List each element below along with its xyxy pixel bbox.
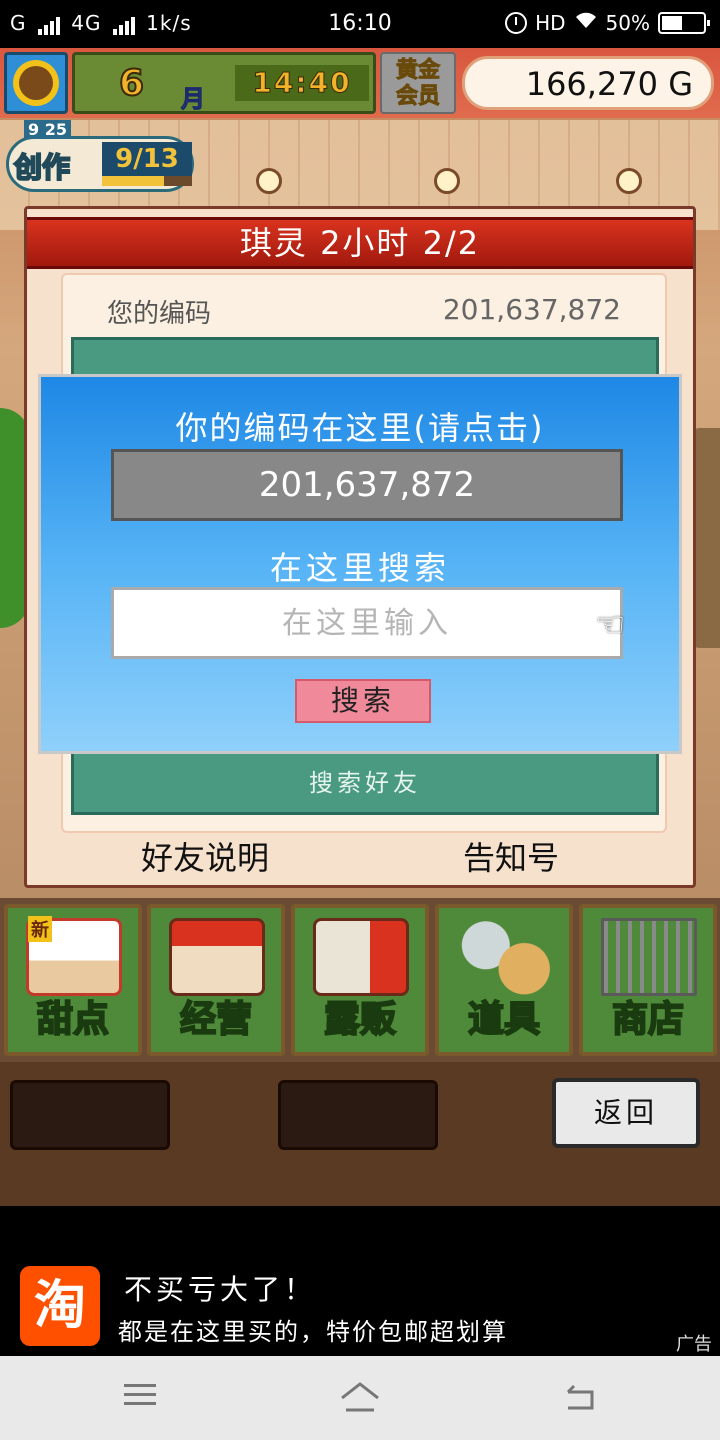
new-badge: 新 (28, 916, 52, 942)
create-label: 创作 (13, 150, 71, 185)
ad-banner[interactable]: 淘 不买亏大了！ 都是在这里买的，特价包邮超划算 广告 (0, 1206, 720, 1356)
create-count: 9/13 (102, 142, 192, 176)
game-time: 14:40 (235, 65, 369, 101)
food-truck-icon (313, 918, 409, 996)
notice-link[interactable]: 告知号 (463, 833, 559, 879)
search-dialog: 你的编码在这里(请点击) 201,637,872 在这里搜索 ☜ 搜索 (38, 374, 682, 754)
wifi-icon (574, 10, 598, 35)
your-code-label: 您的编码 (107, 299, 212, 329)
taobao-logo: 淘 (20, 1266, 100, 1346)
status-bar: G 4G 1k/s 16:10 HD 50% (0, 0, 720, 48)
home-icon[interactable] (338, 1378, 379, 1418)
alarm-icon (505, 11, 528, 34)
panel-title: 琪灵 2小时 2/2 (27, 217, 693, 269)
friend-help-link[interactable]: 好友说明 (141, 833, 269, 879)
create-progress-fill (102, 176, 165, 186)
menu-manage-button[interactable]: 经营 (147, 904, 285, 1056)
empty-slot (10, 1080, 170, 1150)
ad-title: 不买亏大了！ (124, 1273, 317, 1306)
my-code-field[interactable]: 201,637,872 (111, 449, 623, 521)
menu-label: 商店 (611, 998, 685, 1041)
item-bag-icon (457, 918, 553, 996)
menu-icon[interactable] (120, 1378, 160, 1418)
menu-label: 道具 (467, 998, 541, 1041)
create-small-label: 9 25 (24, 120, 71, 139)
battery-fill (662, 15, 682, 30)
ad-tag: 广告 (676, 1334, 712, 1355)
system-nav-bar (0, 1356, 720, 1440)
month-value: 6 (118, 62, 145, 105)
ad-subtitle: 都是在这里买的，特价包邮超划算 (118, 1318, 508, 1346)
empty-slot (278, 1080, 438, 1150)
hd-label: HD (535, 10, 566, 35)
panel-links: 好友说明 告知号 (27, 833, 693, 877)
search-friends-button[interactable]: 搜索好友 (74, 763, 656, 798)
lamp-icon (616, 168, 642, 194)
lamp-icon (434, 168, 460, 194)
menu-dessert-button[interactable]: 新 甜点 (4, 904, 142, 1056)
date-panel: 6 月 14:40 (72, 52, 376, 114)
menu-label: 甜点 (36, 998, 110, 1041)
money-display: 166,270 G (462, 56, 714, 110)
pointing-hand-icon: ☜ (595, 605, 626, 645)
gold-member-badge[interactable]: 黄金 会员 (380, 52, 456, 114)
cart-icon (601, 918, 697, 996)
menu-label: 经营 (179, 998, 253, 1041)
menu-store-button[interactable]: 商店 (579, 904, 717, 1056)
shop-icon (169, 918, 265, 996)
gold-member-line1: 黄金 (395, 58, 440, 84)
month-unit: 月 (181, 85, 206, 114)
main-menu: 新 甜点 经营 露贩 道具 商店 (0, 900, 720, 1060)
search-button[interactable]: 搜索 (295, 679, 431, 723)
back-icon[interactable] (560, 1378, 600, 1418)
create-status[interactable]: 9 25 创作 9/13 (6, 120, 196, 192)
battery-percent: 50% (605, 10, 650, 35)
back-button[interactable]: 返回 (552, 1078, 700, 1148)
menu-label: 露贩 (323, 998, 397, 1041)
lamp-icon (256, 168, 282, 194)
menu-stall-button[interactable]: 露贩 (291, 904, 429, 1056)
menu-items-button[interactable]: 道具 (435, 904, 573, 1056)
create-progress-bar (102, 176, 192, 186)
lower-area: 返回 (0, 1062, 720, 1206)
search-input[interactable] (111, 587, 623, 659)
your-code-value: 201,637,872 (442, 293, 621, 326)
gold-member-line2: 会员 (395, 84, 440, 110)
search-label: 在这里搜索 (269, 549, 450, 587)
sunflower-icon[interactable] (4, 52, 68, 114)
dialog-title: 你的编码在这里(请点击) (175, 409, 545, 447)
battery-icon (658, 11, 710, 34)
